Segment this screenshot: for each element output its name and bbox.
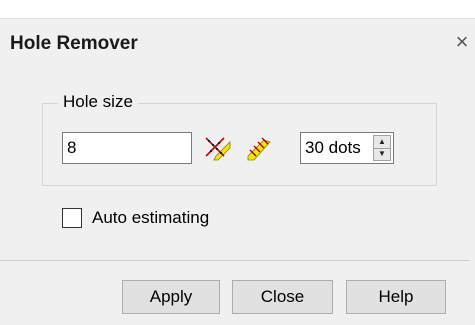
close-button[interactable]: Close: [232, 280, 333, 314]
hole-remove-dots-icon[interactable]: [204, 134, 232, 162]
hole-remove-lines-icon[interactable]: [244, 134, 272, 162]
spin-down-icon[interactable]: ▼: [374, 148, 390, 160]
title-bar: Hole Remover ×: [0, 18, 475, 71]
hole-size-group-label: Hole size: [58, 92, 138, 112]
dialog-title: Hole Remover: [10, 33, 138, 54]
auto-estimating-checkbox[interactable]: [62, 208, 82, 228]
separator: [0, 260, 470, 261]
hole-size-input[interactable]: [62, 132, 192, 164]
hole-remover-dialog: Hole Remover × Hole size 30 dots: [0, 0, 475, 325]
spin-buttons: ▲ ▼: [373, 135, 391, 161]
auto-estimating-label[interactable]: Auto estimating: [92, 208, 209, 228]
close-icon[interactable]: ×: [451, 29, 473, 55]
apply-button[interactable]: Apply: [122, 280, 220, 314]
dots-spinbox[interactable]: 30 dots ▲ ▼: [300, 132, 394, 164]
help-button[interactable]: Help: [346, 280, 446, 314]
dots-value: 30 dots: [305, 138, 361, 157]
dialog-body: Hole size 30 dots ▲ ▼: [0, 70, 475, 325]
